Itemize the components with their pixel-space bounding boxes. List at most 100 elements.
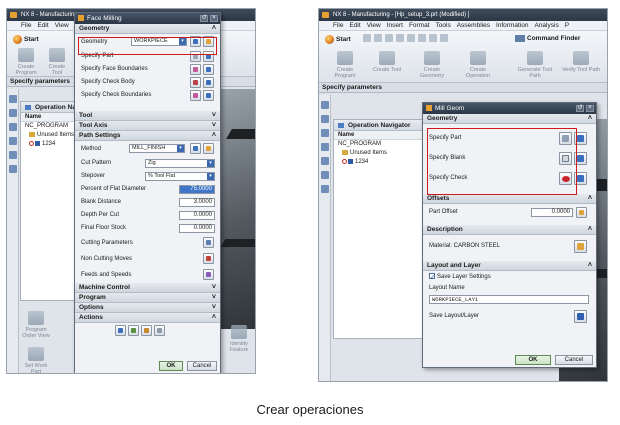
left-program-order-view-button[interactable]: Program Order View <box>21 311 51 339</box>
left-nav-unused-items[interactable]: Unused Items <box>21 131 79 140</box>
paste-icon[interactable] <box>418 34 426 42</box>
left-nav-column-name[interactable]: Name <box>21 113 79 122</box>
assembly-navigator-icon[interactable] <box>321 101 329 109</box>
mg-description-section-header[interactable]: Description ˄ <box>423 225 596 235</box>
new-method-button[interactable] <box>190 143 201 154</box>
stepover-select[interactable]: % Tool Flat ▾ <box>145 172 215 181</box>
left-nav-nc-program[interactable]: NC_PROGRAM <box>21 122 79 131</box>
operation-navigator-icon[interactable] <box>321 129 329 137</box>
reset-icon[interactable]: ↺ <box>200 15 208 22</box>
tool-axis-section-header[interactable]: Tool Axis ˅ <box>75 121 220 131</box>
left-menu-view[interactable]: View <box>55 21 69 30</box>
feeds-speeds-button[interactable] <box>203 269 214 280</box>
command-finder[interactable]: Command Finder <box>515 35 580 42</box>
specify-check-body-select-button[interactable] <box>190 77 201 88</box>
mill-geom-cancel-button[interactable]: Cancel <box>555 355 593 365</box>
right-nav-unused-items[interactable]: Unused Items <box>334 149 434 158</box>
save-layout-layer-button[interactable] <box>574 310 587 323</box>
part-navigator-icon[interactable] <box>9 109 17 117</box>
depth-per-cut-input[interactable]: 0.0000 <box>179 211 215 220</box>
geometry-section-header[interactable]: Geometry ˄ <box>75 24 220 34</box>
right-menu-insert[interactable]: Insert <box>387 21 403 30</box>
right-start-button[interactable]: Start <box>325 35 351 44</box>
right-create-geometry-button[interactable]: Create Geometry <box>413 51 451 79</box>
assembly-navigator-icon[interactable] <box>9 95 17 103</box>
left-set-work-part-button[interactable]: Set Work Part <box>21 347 51 373</box>
delete-icon[interactable] <box>429 34 437 42</box>
left-menu-edit[interactable]: Edit <box>37 21 48 30</box>
mg-layout-section-header[interactable]: Layout and Layer ˄ <box>423 261 596 271</box>
right-nav-1234[interactable]: 1234 <box>334 158 434 167</box>
part-navigator-icon[interactable] <box>321 115 329 123</box>
save-layer-settings-checkbox[interactable] <box>429 272 435 284</box>
new-icon[interactable] <box>363 34 371 42</box>
right-menu-tools[interactable]: Tools <box>436 21 451 30</box>
verify-button[interactable] <box>141 325 152 336</box>
cut-icon[interactable] <box>396 34 404 42</box>
operation-navigator-icon[interactable] <box>9 123 17 131</box>
generate-button[interactable] <box>115 325 126 336</box>
machine-tool-icon[interactable] <box>321 143 329 151</box>
blank-distance-input[interactable]: 3.0000 <box>179 198 215 207</box>
right-menu-file[interactable]: File <box>333 21 343 30</box>
non-cutting-moves-button[interactable] <box>203 253 214 264</box>
list-button[interactable] <box>154 325 165 336</box>
specify-face-boundaries-select-button[interactable] <box>190 64 201 75</box>
mg-material-edit-button[interactable] <box>574 240 587 253</box>
open-icon[interactable] <box>374 34 382 42</box>
mg-part-offset-options-button[interactable] <box>576 207 587 218</box>
save-icon[interactable] <box>385 34 393 42</box>
method-select[interactable]: MILL_FINISH ▾ <box>129 144 185 153</box>
left-create-tool-button[interactable]: Create Tool <box>43 48 71 76</box>
options-section-header[interactable]: Options ˅ <box>75 303 220 313</box>
mg-part-offset-input[interactable]: 0.0000 <box>531 208 573 217</box>
specify-face-boundaries-display-button[interactable] <box>203 64 214 75</box>
specify-check-boundaries-display-button[interactable] <box>203 90 214 101</box>
program-section-header[interactable]: Program ˅ <box>75 293 220 303</box>
right-menu-analysis[interactable]: Analysis <box>534 21 558 30</box>
mg-offsets-section-header[interactable]: Offsets ˄ <box>423 194 596 204</box>
face-milling-cancel-button[interactable]: Cancel <box>187 361 217 371</box>
mill-geom-ok-button[interactable]: OK <box>515 355 551 365</box>
right-create-tool-button[interactable]: Create Tool <box>369 51 405 73</box>
close-icon[interactable]: × <box>210 15 218 22</box>
right-verify-tool-path-button[interactable]: Verify Tool Path <box>561 51 601 73</box>
tool-section-header[interactable]: Tool ˅ <box>75 111 220 121</box>
web-browser-icon[interactable] <box>321 171 329 179</box>
replay-button[interactable] <box>128 325 139 336</box>
left-create-program-button[interactable]: Create Program <box>11 48 41 76</box>
close-icon[interactable]: × <box>586 105 594 112</box>
roles-icon[interactable] <box>321 185 329 193</box>
face-milling-ok-button[interactable]: OK <box>159 361 183 371</box>
left-graphics-window[interactable] <box>219 89 255 329</box>
right-create-program-button[interactable]: Create Program <box>327 51 363 79</box>
left-start-button[interactable]: Start <box>13 35 39 44</box>
left-menu-file[interactable]: File <box>21 21 31 30</box>
copy-icon[interactable] <box>407 34 415 42</box>
web-browser-icon[interactable] <box>9 165 17 173</box>
right-nav-nc-program[interactable]: NC_PROGRAM <box>334 140 434 149</box>
specify-check-body-display-button[interactable] <box>203 77 214 88</box>
history-icon[interactable] <box>9 151 17 159</box>
mg-geometry-section-header[interactable]: Geometry ˄ <box>423 114 596 124</box>
left-nav-1234[interactable]: 1234 <box>21 140 79 149</box>
reset-icon[interactable]: ↺ <box>576 105 584 112</box>
right-menu-format[interactable]: Format <box>409 21 430 30</box>
left-identity-feature-button[interactable]: Identity Feature <box>223 325 255 353</box>
cut-pattern-select[interactable]: Zig ▾ <box>145 159 215 168</box>
mg-save-layer-settings-row[interactable]: Save Layer Settings <box>423 271 596 284</box>
right-create-operation-button[interactable]: Create Operation <box>459 51 497 79</box>
final-floor-stock-input[interactable]: 0.0000 <box>179 224 215 233</box>
edit-method-button[interactable] <box>203 143 214 154</box>
right-menu-p[interactable]: P <box>565 21 569 30</box>
specify-check-boundaries-select-button[interactable] <box>190 90 201 101</box>
percent-flat-input[interactable]: 75.0000 <box>179 185 215 194</box>
undo-icon[interactable] <box>440 34 448 42</box>
layout-name-input[interactable]: WORKPIECE_LAY1 <box>429 295 589 304</box>
machine-tool-icon[interactable] <box>9 137 17 145</box>
history-icon[interactable] <box>321 157 329 165</box>
right-menu-information[interactable]: Information <box>496 21 529 30</box>
right-menu-assemblies[interactable]: Assemblies <box>457 21 490 30</box>
actions-section-header[interactable]: Actions ˄ <box>75 313 220 323</box>
cutting-parameters-button[interactable] <box>203 237 214 248</box>
